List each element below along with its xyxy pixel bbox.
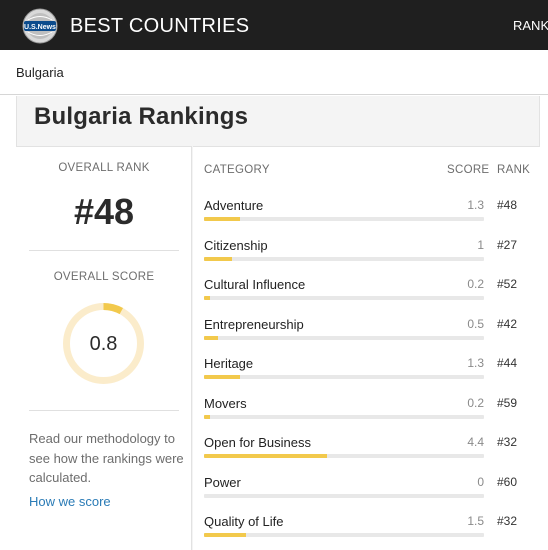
score-bar-fill [204,375,241,379]
category-rank: #52 [497,277,518,291]
category-rank: #44 [497,356,518,370]
overall-score-value: 0.8 [89,333,118,355]
category-score: 0.5 [467,317,484,331]
logo-text: U.S.News [24,24,56,31]
divider [29,250,179,251]
category-rank: #59 [497,396,518,410]
column-header-category: CATEGORY [204,164,270,176]
methodology-text: Read our methodology to see how the rank… [29,431,184,485]
category-rank: #42 [497,317,518,331]
category-name[interactable]: Cultural Influence [204,277,305,293]
column-header-rank: RANK [497,164,531,176]
category-name[interactable]: Movers [204,396,247,412]
category-name[interactable]: Heritage [204,356,253,372]
category-rank: #48 [497,198,518,212]
category-name[interactable]: Entrepreneurship [204,317,304,333]
breadcrumb-bar: Bulgaria [0,50,548,95]
score-bar-track [204,415,484,419]
category-rank: #32 [497,514,518,528]
category-score: 0.2 [467,396,484,410]
overall-rank-value: #48 [73,191,135,232]
column-header-score: SCORE [447,164,490,176]
score-bar-track [204,494,484,498]
category-score: 1.5 [467,514,484,528]
page-title: Bulgaria Rankings [34,103,249,130]
category-rank: #60 [497,475,518,489]
category-name[interactable]: Power [204,475,241,491]
score-bar-track [204,217,484,221]
category-score: 1 [477,238,484,252]
category-rank: #27 [497,238,518,252]
category-score: 0 [477,475,484,489]
score-bar-fill [204,336,218,340]
category-name[interactable]: Open for Business [204,435,311,451]
category-score: 4.4 [467,435,484,449]
category-score: 1.3 [467,198,484,212]
category-score: 1.3 [467,356,484,370]
category-score: 0.2 [467,277,484,291]
score-bar-fill [204,415,210,419]
score-bar-track [204,296,484,300]
score-bar-track [204,533,484,537]
score-bar-fill [204,217,241,221]
breadcrumb-country[interactable]: Bulgaria [16,65,64,81]
category-rank: #32 [497,435,518,449]
brand-title[interactable]: BEST COUNTRIES [70,14,249,38]
overall-score-label: OVERALL SCORE [53,271,155,283]
nav-rankings-link[interactable]: RANK [513,18,548,34]
category-name[interactable]: Citizenship [204,238,268,254]
usnews-logo[interactable]: U.S.News [19,7,61,45]
score-bar-fill [204,296,210,300]
score-bar-track [204,375,484,379]
score-bar-fill [204,454,328,458]
how-we-score-link[interactable]: How we score [29,494,111,510]
score-bar-fill [204,257,232,261]
score-bar-track [204,257,484,261]
overall-rank-label: OVERALL RANK [58,162,150,174]
top-navigation-bar: U.S.News BEST COUNTRIES RANK [0,0,548,50]
score-bar-track [204,454,484,458]
score-bar-fill [204,533,246,537]
divider [29,410,179,411]
score-bar-track [204,336,484,340]
category-name[interactable]: Adventure [204,198,263,214]
category-name[interactable]: Quality of Life [204,514,284,530]
